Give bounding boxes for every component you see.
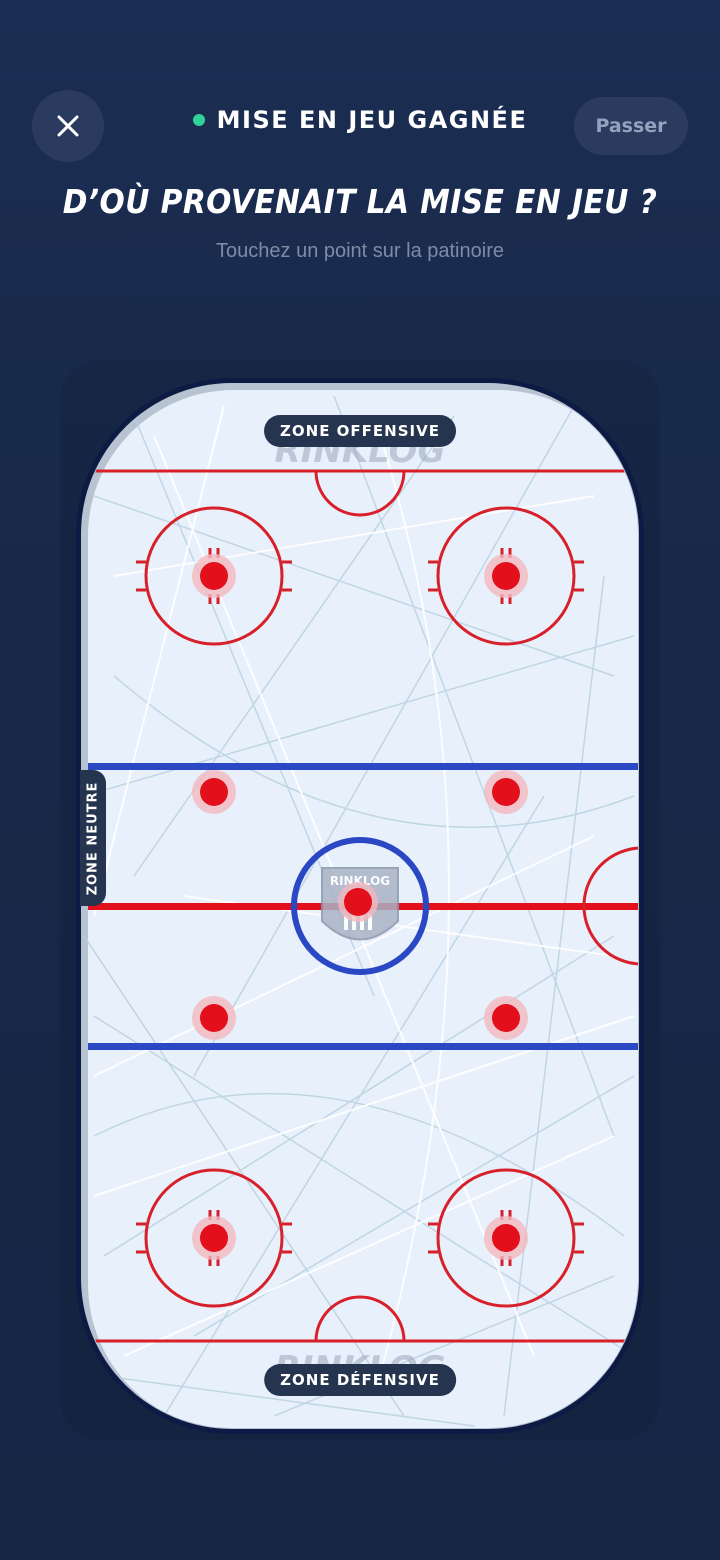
question-hint: Touchez un point sur la patinoire xyxy=(216,240,504,262)
hockey-rink[interactable]: RINKLOG RINKLOG RINKLOG xyxy=(74,376,646,1436)
top-blue-line xyxy=(88,763,638,770)
zone-offensive-label: ZONE OFFENSIVE xyxy=(264,415,456,447)
faceoff-dot-neutral-bottom-right[interactable] xyxy=(484,996,528,1040)
faceoff-dot-bottom-right[interactable] xyxy=(484,1216,528,1260)
zone-neutral-tab: ZONE NEUTRE xyxy=(80,770,106,906)
faceoff-dot-center[interactable] xyxy=(338,882,378,922)
faceoff-dot-neutral-top-left[interactable] xyxy=(192,770,236,814)
status-text: MISE EN JEU GAGNÉE xyxy=(216,106,528,134)
faceoff-dot-top-right[interactable] xyxy=(484,554,528,598)
faceoff-dot-top-left[interactable] xyxy=(192,554,236,598)
question-title: D’OÙ PROVENAIT LA MISE EN JEU ? xyxy=(62,182,658,221)
faceoff-dot-bottom-left[interactable] xyxy=(192,1216,236,1260)
zone-neutral-label: ZONE NEUTRE xyxy=(85,781,101,895)
faceoff-dot-neutral-bottom-left[interactable] xyxy=(192,996,236,1040)
faceoff-dot-neutral-top-right[interactable] xyxy=(484,770,528,814)
bottom-blue-line xyxy=(88,1043,638,1050)
rink-svg[interactable]: RINKLOG RINKLOG RINKLOG xyxy=(74,376,646,1436)
status-dot-icon xyxy=(192,114,205,126)
skip-button[interactable]: Passer xyxy=(574,97,688,155)
zone-defensive-label: ZONE DÉFENSIVE xyxy=(264,1364,456,1396)
